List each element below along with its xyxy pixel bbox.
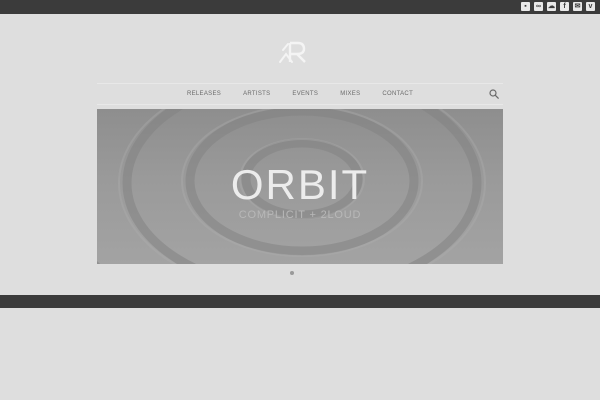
hero-banner[interactable]: ORBIT COMPLICIT + 2LOUD <box>97 109 503 264</box>
link-icon[interactable]: ∞ <box>534 2 543 11</box>
main-navigation: RELEASES ARTISTS EVENTS MIXES CONTACT <box>97 83 503 105</box>
nav-item-artists[interactable]: ARTISTS <box>232 84 281 104</box>
search-icon[interactable] <box>489 89 499 99</box>
nav-item-mixes[interactable]: MIXES <box>329 84 371 104</box>
footer-bar <box>0 295 600 308</box>
vimeo-icon[interactable]: v <box>586 2 595 11</box>
slider-dot[interactable] <box>290 271 294 275</box>
square-icon[interactable]: ▪ <box>521 2 530 11</box>
site-logo[interactable] <box>278 40 312 64</box>
mail-icon[interactable]: ✉ <box>573 2 582 11</box>
hero-title: ORBIT <box>230 161 370 208</box>
nav-item-releases[interactable]: RELEASES <box>176 84 232 104</box>
soundcloud-icon[interactable]: ☁ <box>547 2 556 11</box>
nav-item-events[interactable]: EVENTS <box>281 84 329 104</box>
social-links: ▪ ∞ ☁ f ✉ v <box>521 2 595 12</box>
nav-item-contact[interactable]: CONTACT <box>371 84 424 104</box>
facebook-icon[interactable]: f <box>560 2 569 11</box>
top-bar: ▪ ∞ ☁ f ✉ v <box>0 0 600 14</box>
hero-subtitle: COMPLICIT + 2LOUD <box>238 209 362 221</box>
